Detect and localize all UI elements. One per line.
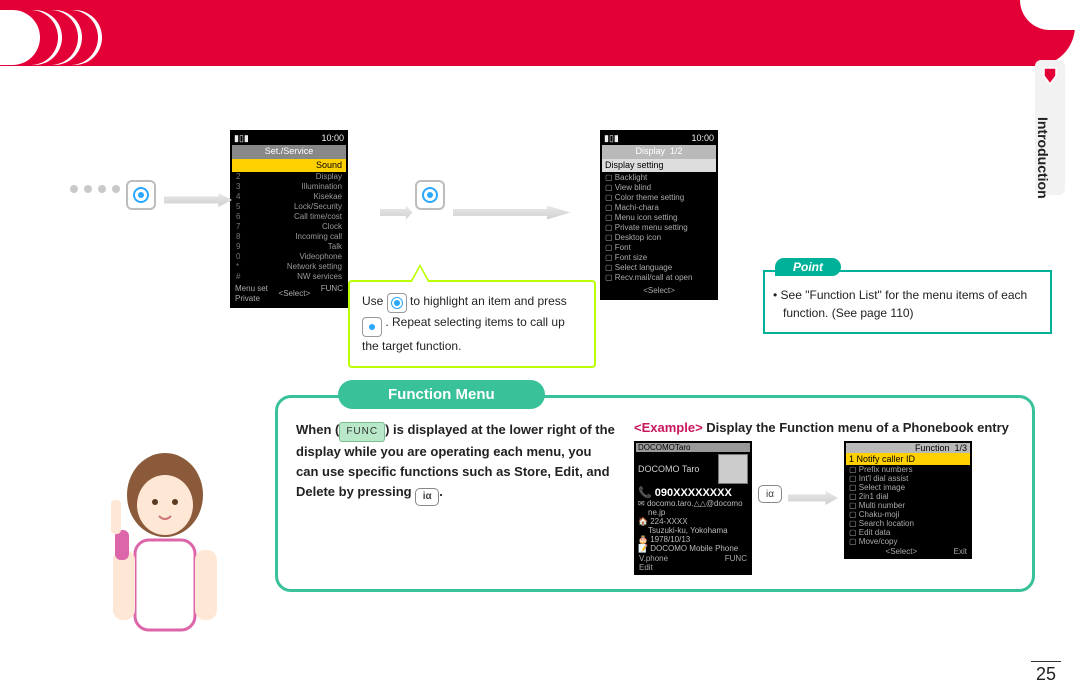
signal-icon: ▮▯▮ [234, 133, 249, 144]
example-heading: <Example> Display the Function menu of a… [634, 420, 1014, 435]
arrow-icon [788, 491, 838, 505]
menu-list: Backlight View blind Color theme setting… [602, 172, 716, 284]
navpad-key-icon [387, 293, 407, 313]
tab-icon [1040, 66, 1060, 86]
function-menu-description: When (FUNC) is displayed at the lower ri… [296, 420, 616, 575]
point-text: See "Function List" for the menu items o… [765, 272, 1050, 332]
phone-screenshot-settings: ▮▯▮ 10:00 Set./Service Sound 2Display 3Il… [230, 130, 348, 308]
header-bar [0, 0, 1075, 66]
highlighted-item: 1 Notify caller ID [846, 453, 970, 465]
decorative-arcs [0, 10, 130, 65]
phone-screenshot-function-menu: Function 1/3 1 Notify caller ID Prefix n… [844, 441, 972, 559]
navpad-icon [126, 180, 156, 210]
func-chip-icon: FUNC [339, 422, 385, 442]
center-key-icon [362, 317, 382, 337]
menu-list: 2Display 3Illumination 4Kisekae 5Lock/Se… [232, 172, 346, 282]
function-menu-box: Function Menu When (FUNC) is displayed a… [275, 395, 1035, 592]
signal-icon: ▮▯▮ [604, 133, 619, 144]
page-number: 25 [1031, 661, 1061, 685]
person-illustration [85, 430, 245, 680]
phone-screenshot-display: ▮▯▮ 10:00 Display 1/2 Display setting Bac… [600, 130, 718, 300]
ialpha-key-icon: iα [415, 488, 439, 506]
phone-screenshot-phonebook: DOCOMOTaro DOCOMO Taro 📞 090XXXXXXXX ✉ d… [634, 441, 752, 575]
instruction-callout: Use to highlight an item and press . Rep… [348, 280, 596, 368]
point-box: Point See "Function List" for the menu i… [763, 270, 1052, 334]
avatar [718, 454, 748, 484]
screen-title: Display 1/2 [602, 145, 716, 158]
screen-title: Set./Service [232, 145, 346, 158]
point-tab: Point [775, 258, 841, 276]
highlighted-item: Sound [232, 159, 346, 172]
function-menu-tab: Function Menu [338, 380, 545, 409]
clock: 10:00 [321, 133, 344, 144]
section-header: Display setting [602, 159, 716, 172]
navpad-icon [415, 180, 445, 210]
continuation-dots [70, 185, 120, 193]
clock: 10:00 [691, 133, 714, 144]
ialpha-key-icon: iα [758, 485, 782, 503]
